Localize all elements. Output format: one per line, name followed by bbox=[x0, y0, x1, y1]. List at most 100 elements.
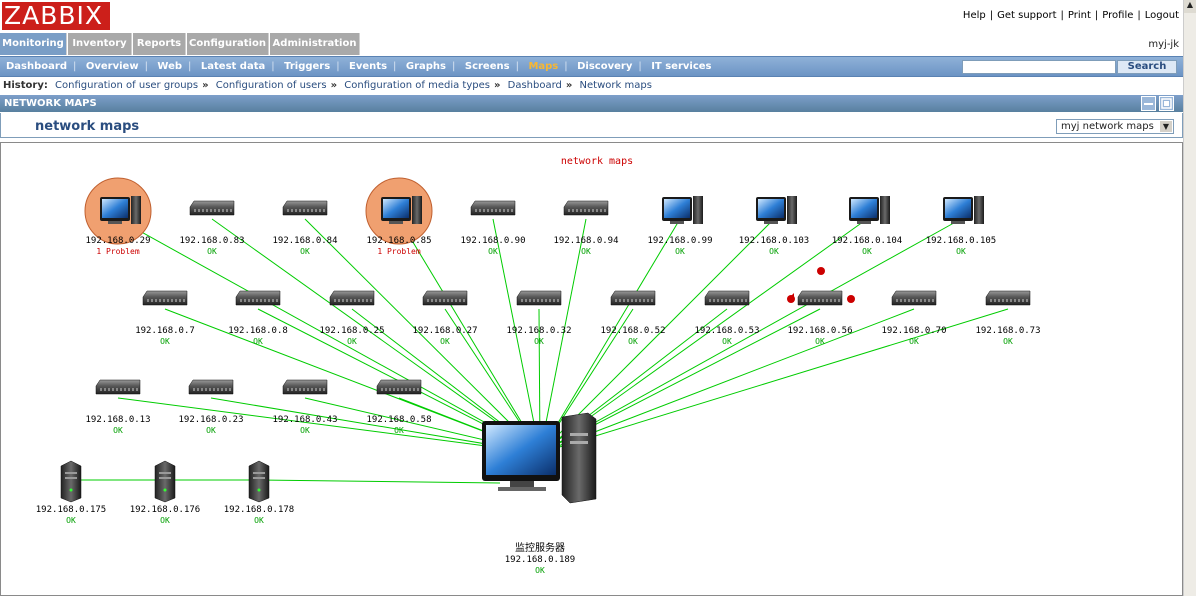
host-node-server[interactable]: 192.168.0.176OK bbox=[130, 460, 200, 525]
host-node-pc[interactable]: 192.168.0.99OK bbox=[647, 196, 713, 256]
host-status-label: OK bbox=[254, 516, 264, 525]
submenu-dashboard[interactable]: Dashboard bbox=[6, 61, 67, 72]
host-status-label: OK bbox=[300, 426, 310, 435]
selection-marker bbox=[847, 295, 855, 303]
section-title: NETWORK MAPS bbox=[4, 98, 97, 109]
history-item[interactable]: Configuration of media types bbox=[344, 80, 490, 91]
host-node-switch[interactable]: 192.168.0.13OK bbox=[85, 379, 151, 435]
submenu-triggers[interactable]: Triggers bbox=[284, 61, 330, 72]
tab-inventory[interactable]: Inventory bbox=[68, 33, 132, 55]
page-scrollbar[interactable]: ▲ bbox=[1183, 0, 1196, 596]
host-status-label: OK bbox=[815, 337, 825, 346]
host-ip-label: 192.168.0.23 bbox=[178, 415, 243, 425]
submenu-graphs[interactable]: Graphs bbox=[406, 61, 446, 72]
host-status-label: OK bbox=[581, 247, 591, 256]
host-ip-label: 192.168.0.29 bbox=[85, 236, 150, 246]
fullscreen-icon[interactable] bbox=[1159, 96, 1174, 111]
history-item[interactable]: Dashboard bbox=[508, 80, 562, 91]
title-bar: network maps myj network maps ▼ bbox=[0, 113, 1183, 138]
host-ip-label: 192.168.0.73 bbox=[975, 326, 1040, 336]
tab-configuration[interactable]: Configuration bbox=[187, 33, 269, 55]
history-item[interactable]: Configuration of users bbox=[216, 80, 327, 91]
submenu-screens[interactable]: Screens bbox=[465, 61, 510, 72]
host-ip-label: 192.168.0.56 bbox=[787, 326, 852, 336]
host-node-switch[interactable]: 192.168.0.8OK bbox=[228, 290, 288, 346]
get-support-link[interactable]: Get support bbox=[997, 10, 1056, 21]
map-title: network maps bbox=[561, 156, 633, 167]
submenu-maps[interactable]: Maps bbox=[528, 61, 558, 72]
submenu-it-services[interactable]: IT services bbox=[651, 61, 711, 72]
submenu-web[interactable]: Web bbox=[157, 61, 182, 72]
host-ip-label: 192.168.0.84 bbox=[272, 236, 337, 246]
central-server-node[interactable]: 监控服务器192.168.0.189OK bbox=[482, 412, 597, 575]
host-node-server[interactable]: 192.168.0.175OK bbox=[36, 460, 106, 525]
section-header: NETWORK MAPS bbox=[0, 95, 1183, 112]
host-node-server[interactable]: 192.168.0.178OK bbox=[224, 460, 294, 525]
logout-link[interactable]: Logout bbox=[1145, 10, 1179, 21]
host-node-switch[interactable]: 192.168.0.27OK bbox=[412, 290, 478, 346]
host-node-switch[interactable]: 192.168.0.70OK bbox=[881, 290, 947, 346]
host-ip-label: 192.168.0.103 bbox=[739, 236, 809, 246]
page-title: network maps bbox=[35, 119, 140, 134]
host-ip-label: 192.168.0.43 bbox=[272, 415, 337, 425]
history-breadcrumb: History: Configuration of user groups» C… bbox=[0, 78, 1183, 94]
chevron-down-icon[interactable]: ▼ bbox=[1160, 121, 1172, 132]
host-ip-label: 192.168.0.52 bbox=[600, 326, 665, 336]
host-status-label: OK bbox=[160, 337, 170, 346]
network-link bbox=[539, 218, 962, 454]
search-input[interactable] bbox=[962, 60, 1116, 74]
host-ip-label: 192.168.0.90 bbox=[460, 236, 525, 246]
host-node-switch[interactable]: 192.168.0.53OK bbox=[694, 290, 760, 346]
top-links: Help | Get support | Print | Profile | Logout bbox=[962, 10, 1179, 21]
history-item[interactable]: Configuration of user groups bbox=[55, 80, 198, 91]
host-ip-label: 192.168.0.99 bbox=[647, 236, 712, 246]
scroll-up-icon[interactable]: ▲ bbox=[1184, 0, 1196, 13]
map-select[interactable]: myj network maps ▼ bbox=[1056, 119, 1174, 134]
host-status-label: OK bbox=[160, 516, 170, 525]
host-node-pc[interactable]: 192.168.0.291 Problem bbox=[84, 177, 152, 256]
host-status-label: OK bbox=[113, 426, 123, 435]
tab-monitoring[interactable]: Monitoring bbox=[0, 33, 67, 55]
help-link[interactable]: Help bbox=[963, 10, 986, 21]
profile-link[interactable]: Profile bbox=[1102, 10, 1133, 21]
host-status-label: OK bbox=[628, 337, 638, 346]
host-status-label: OK bbox=[675, 247, 685, 256]
host-node-switch[interactable]: 192.168.0.83OK bbox=[179, 200, 245, 256]
host-status-label: OK bbox=[347, 337, 357, 346]
submenu-latest-data[interactable]: Latest data bbox=[201, 61, 265, 72]
search-button[interactable]: Search bbox=[1117, 60, 1177, 74]
collapse-icon[interactable] bbox=[1141, 96, 1156, 111]
top-bar: ZABBIX Help | Get support | Print | Profile | Lo… bbox=[0, 0, 1183, 31]
central-server-status: OK bbox=[535, 566, 545, 575]
host-status-label: OK bbox=[253, 337, 263, 346]
host-node-switch[interactable]: 192.168.0.73OK bbox=[975, 290, 1041, 346]
host-node-switch[interactable]: 192.168.0.84OK bbox=[272, 200, 338, 256]
host-node-switch[interactable]: 192.168.0.90OK bbox=[460, 200, 526, 256]
submenu-discovery[interactable]: Discovery bbox=[577, 61, 632, 72]
host-node-switch[interactable]: 192.168.0.7OK bbox=[135, 290, 195, 346]
tab-administration[interactable]: Administration bbox=[270, 33, 360, 55]
host-node-switch[interactable]: 192.168.0.94OK bbox=[553, 200, 619, 256]
print-link[interactable]: Print bbox=[1068, 10, 1091, 21]
submenu-overview[interactable]: Overview bbox=[86, 61, 139, 72]
sub-menu: Dashboard | Overview | Web | Latest data | T… bbox=[0, 56, 1183, 77]
host-ip-label: 192.168.0.105 bbox=[926, 236, 996, 246]
host-node-switch[interactable]: 192.168.0.56OK bbox=[787, 267, 855, 346]
history-item[interactable]: Network maps bbox=[580, 80, 652, 91]
host-ip-label: 192.168.0.25 bbox=[319, 326, 384, 336]
host-ip-label: 192.168.0.32 bbox=[506, 326, 571, 336]
host-node-pc[interactable]: 192.168.0.103OK bbox=[739, 196, 809, 256]
host-status-label: OK bbox=[1003, 337, 1013, 346]
host-node-pc[interactable]: 192.168.0.104OK bbox=[832, 196, 902, 256]
zabbix-logo[interactable]: ZABBIX bbox=[2, 2, 110, 30]
submenu-events[interactable]: Events bbox=[349, 61, 387, 72]
host-status-label: OK bbox=[862, 247, 872, 256]
host-node-pc[interactable]: 192.168.0.105OK bbox=[926, 196, 996, 256]
tab-reports[interactable]: Reports bbox=[133, 33, 186, 55]
host-status-label: OK bbox=[394, 426, 404, 435]
host-node-pc[interactable]: 192.168.0.851 Problem bbox=[365, 177, 433, 256]
host-node-switch[interactable]: 192.168.0.43OK bbox=[272, 379, 338, 435]
host-ip-label: 192.168.0.83 bbox=[179, 236, 244, 246]
host-ip-label: 192.168.0.175 bbox=[36, 505, 106, 515]
host-status-label: OK bbox=[769, 247, 779, 256]
